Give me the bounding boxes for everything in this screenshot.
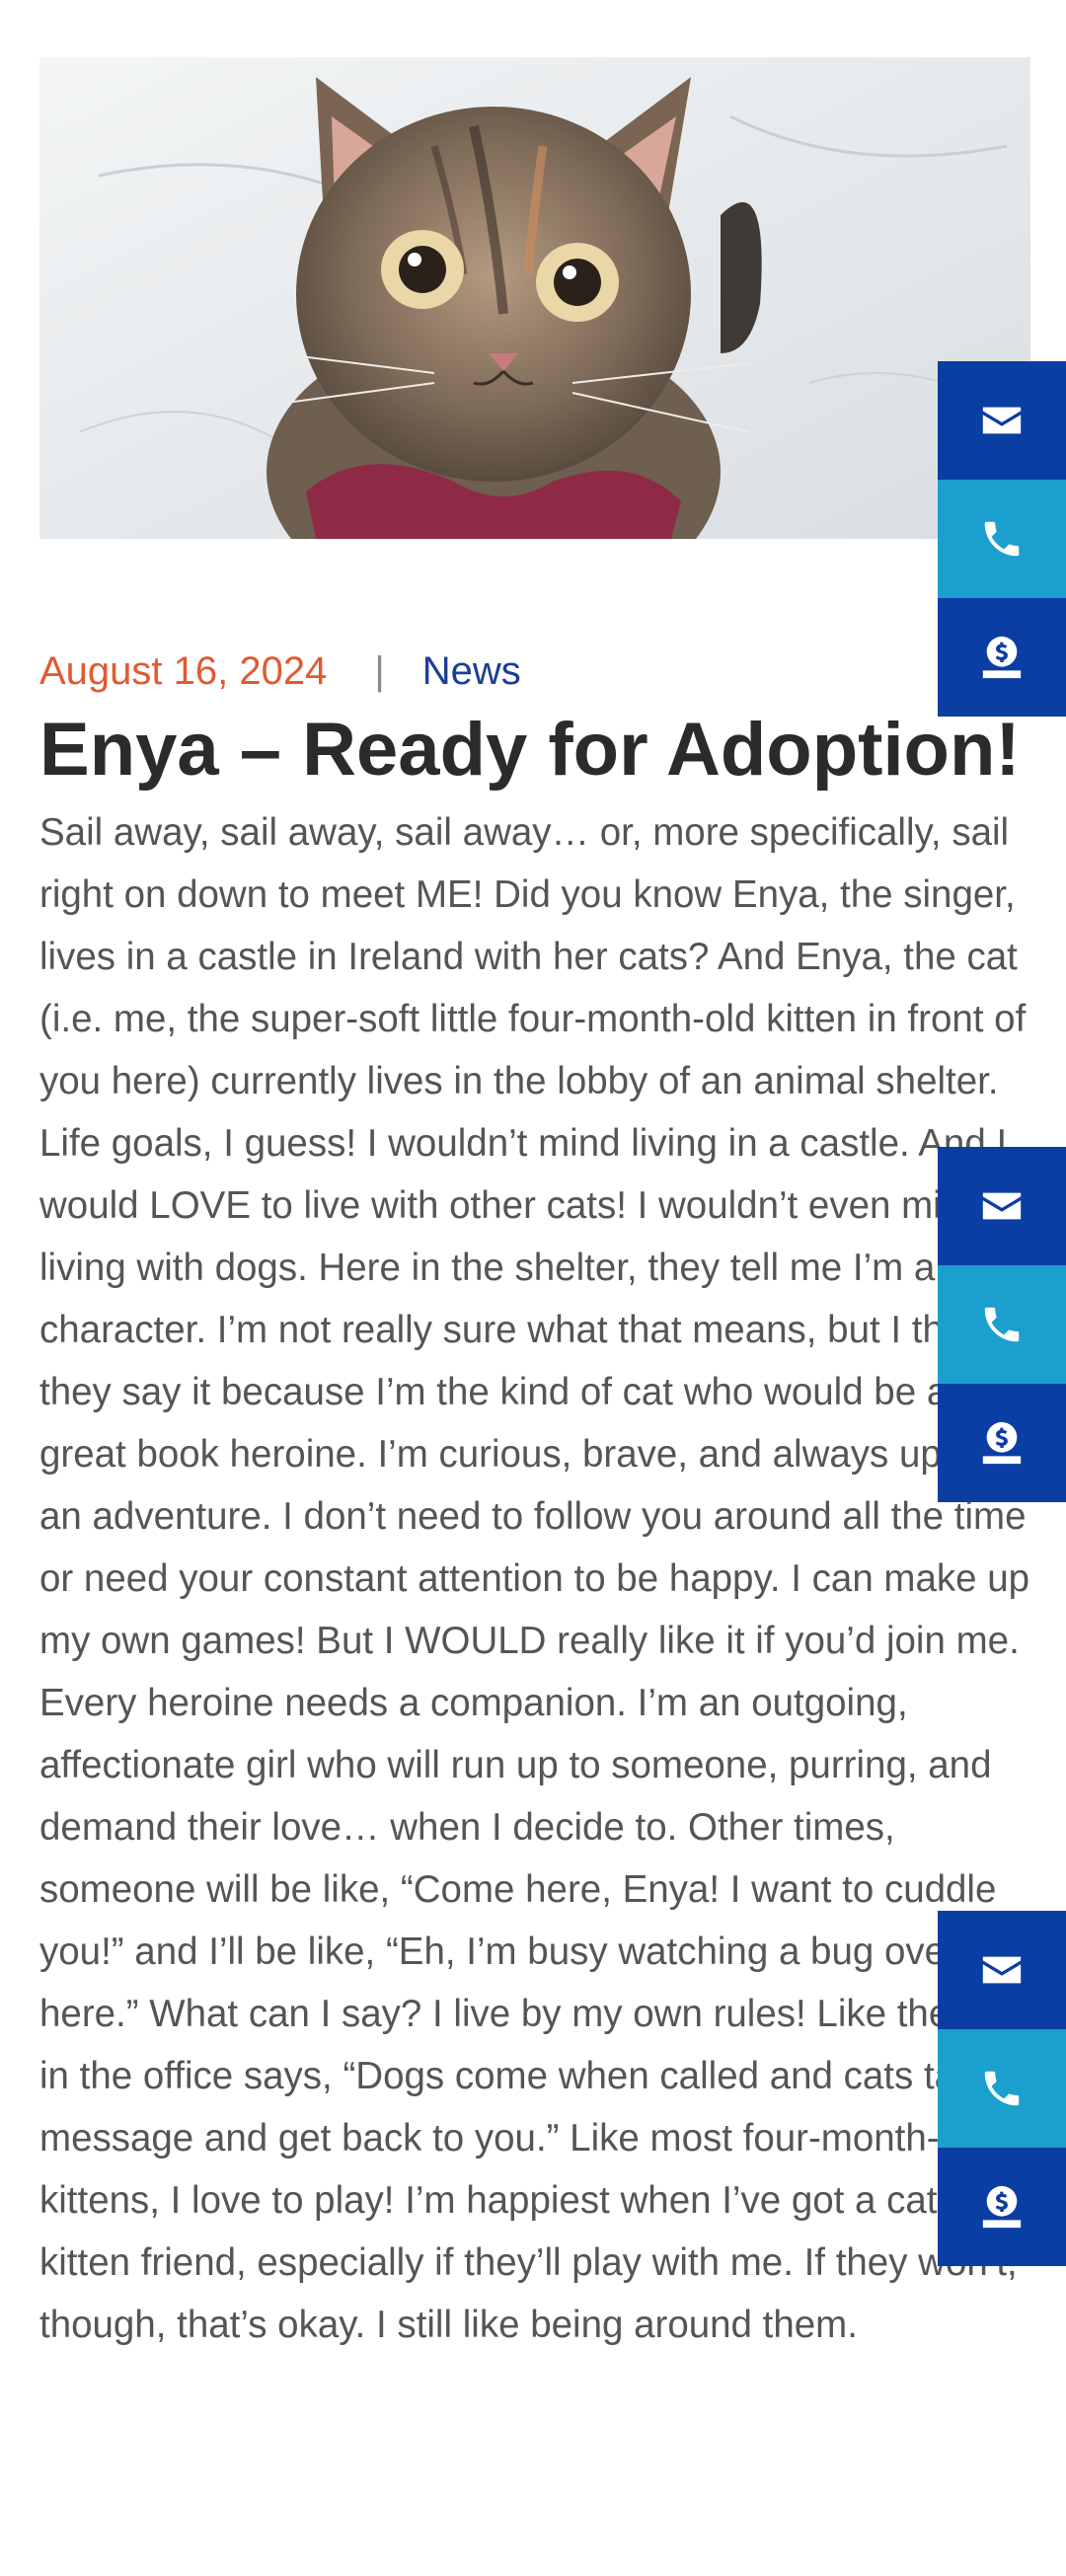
side-actions-group-2 (938, 1147, 1066, 1502)
donate-button[interactable] (938, 598, 1066, 717)
email-button[interactable] (938, 361, 1066, 480)
email-button[interactable] (938, 1911, 1066, 2029)
envelope-icon (982, 1192, 1022, 1220)
post-date: August 16, 2024 (39, 648, 328, 693)
post-body: Sail away, sail away, sail away… or, mor… (39, 811, 1030, 2346)
donate-icon (982, 2185, 1022, 2229)
phone-button[interactable] (938, 2029, 1066, 2148)
post-meta: August 16, 2024 | News (39, 646, 521, 696)
meta-separator: | (374, 648, 385, 693)
phone-icon (984, 2071, 1020, 2106)
side-actions-group-1 (938, 361, 1066, 717)
phone-button[interactable] (938, 480, 1066, 598)
post-title: Enya – Ready for Adoption! (39, 708, 1021, 792)
kitten-photo (39, 57, 1030, 539)
phone-button[interactable] (938, 1265, 1066, 1384)
donate-icon (982, 1421, 1022, 1465)
hero-image (39, 57, 1030, 539)
post-category-link[interactable]: News (422, 649, 521, 694)
side-actions-group-3 (938, 1911, 1066, 2266)
donate-icon (982, 636, 1022, 679)
donate-button[interactable] (938, 1384, 1066, 1502)
envelope-icon (982, 1956, 1022, 1984)
email-button[interactable] (938, 1147, 1066, 1265)
donate-button[interactable] (938, 2148, 1066, 2266)
phone-icon (984, 1307, 1020, 1342)
envelope-icon (982, 407, 1022, 434)
phone-icon (984, 521, 1020, 557)
